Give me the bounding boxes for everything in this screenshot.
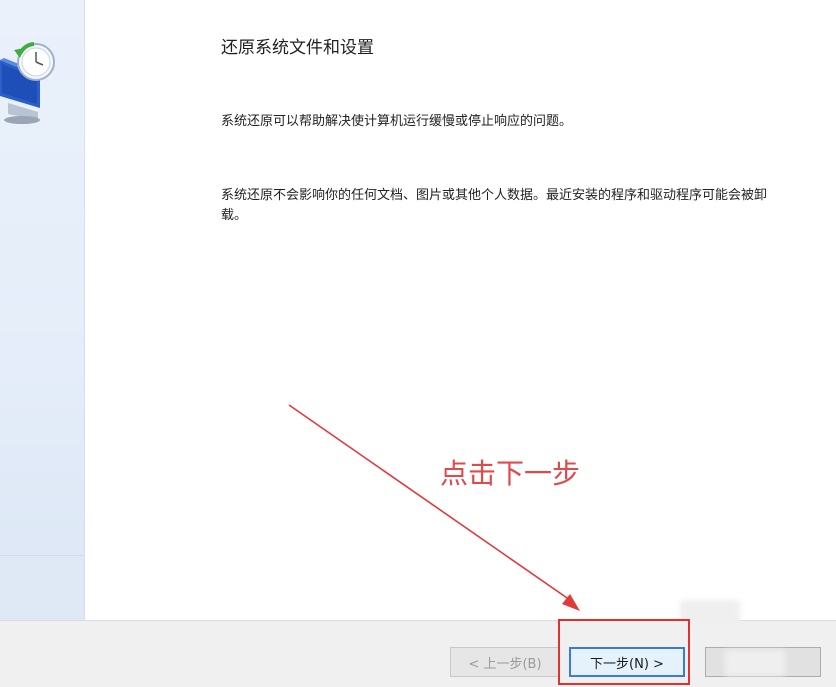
left-banner xyxy=(0,0,85,621)
next-button[interactable]: 下一步(N) > xyxy=(569,647,685,677)
system-restore-wizard: 还原系统文件和设置 系统还原可以帮助解决使计算机运行缓慢或停止响应的问题。 系统… xyxy=(0,0,836,687)
system-restore-icon xyxy=(0,42,55,124)
description-text-2: 系统还原不会影响你的任何文档、图片或其他个人数据。最近安装的程序和驱动程序可能会… xyxy=(221,188,768,223)
back-button[interactable]: < 上一步(B) xyxy=(450,647,560,677)
page-title: 还原系统文件和设置 xyxy=(221,38,374,58)
left-banner-lower xyxy=(0,555,84,621)
annotation-arrow xyxy=(288,404,580,611)
watermark-blur-2 xyxy=(725,650,785,676)
description-text: 系统还原可以帮助解决使计算机运行缓慢或停止响应的问题。 xyxy=(221,114,573,129)
annotation-text: 点击下一步 xyxy=(440,457,581,490)
watermark-blur xyxy=(680,600,740,630)
